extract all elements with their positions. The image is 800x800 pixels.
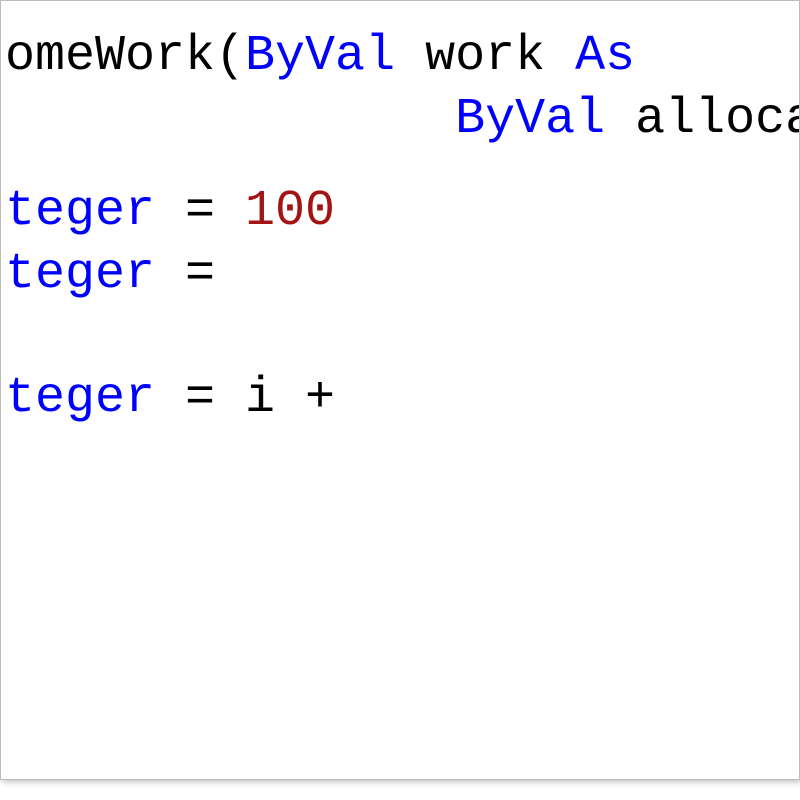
code-text: work — [395, 28, 575, 85]
keyword-as: As — [575, 28, 635, 85]
keyword-integer: teger — [5, 246, 155, 303]
code-line-2: ByVal allocat — [1, 89, 799, 152]
code-text: = — [155, 246, 245, 303]
keyword-byval: ByVal — [245, 28, 395, 85]
keyword-byval: ByVal — [455, 91, 605, 148]
code-editor-window: omeWork(ByVal work As ByVal allocat tege… — [0, 0, 800, 780]
indent — [5, 91, 455, 148]
code-line-3: teger = 100 — [1, 181, 799, 244]
code-text: = — [155, 183, 245, 240]
code-text: = i + — [155, 370, 365, 427]
blank-line — [1, 306, 799, 368]
code-line-4: teger = — [1, 244, 799, 307]
code-line-5: teger = i + — [1, 368, 799, 431]
code-line-1: omeWork(ByVal work As — [1, 26, 799, 89]
blank-line — [1, 151, 799, 181]
number-literal: 100 — [245, 183, 335, 240]
code-text: omeWork( — [5, 28, 245, 85]
code-text: allocat — [605, 91, 800, 148]
keyword-integer: teger — [5, 370, 155, 427]
keyword-integer: teger — [5, 183, 155, 240]
